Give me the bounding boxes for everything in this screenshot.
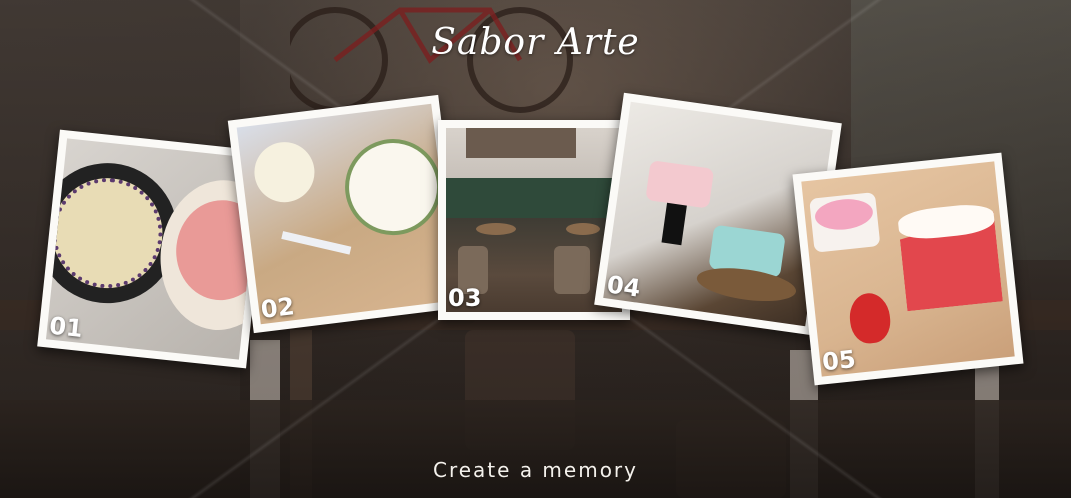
tagline-text: Create a memory: [433, 458, 638, 482]
brand-logo-text: Sabor Arte: [431, 22, 640, 63]
gallery-photo-5[interactable]: 05: [792, 152, 1024, 386]
background-floor: [0, 400, 1071, 498]
strawberry-cake-slice-photo: [801, 161, 1015, 377]
photo-number-label: 05: [820, 345, 857, 377]
finally-cake-photo: [236, 103, 456, 325]
gallery-photo-2[interactable]: 02: [227, 94, 465, 334]
photo-number-label: 01: [47, 311, 85, 344]
photo-number-label: 03: [448, 284, 482, 312]
photo-number-label: 04: [605, 270, 643, 303]
photo-number-label: 02: [259, 292, 296, 324]
hero-banner: Sabor Arte 01 02 03 04 05 Create a memor…: [0, 0, 1071, 498]
